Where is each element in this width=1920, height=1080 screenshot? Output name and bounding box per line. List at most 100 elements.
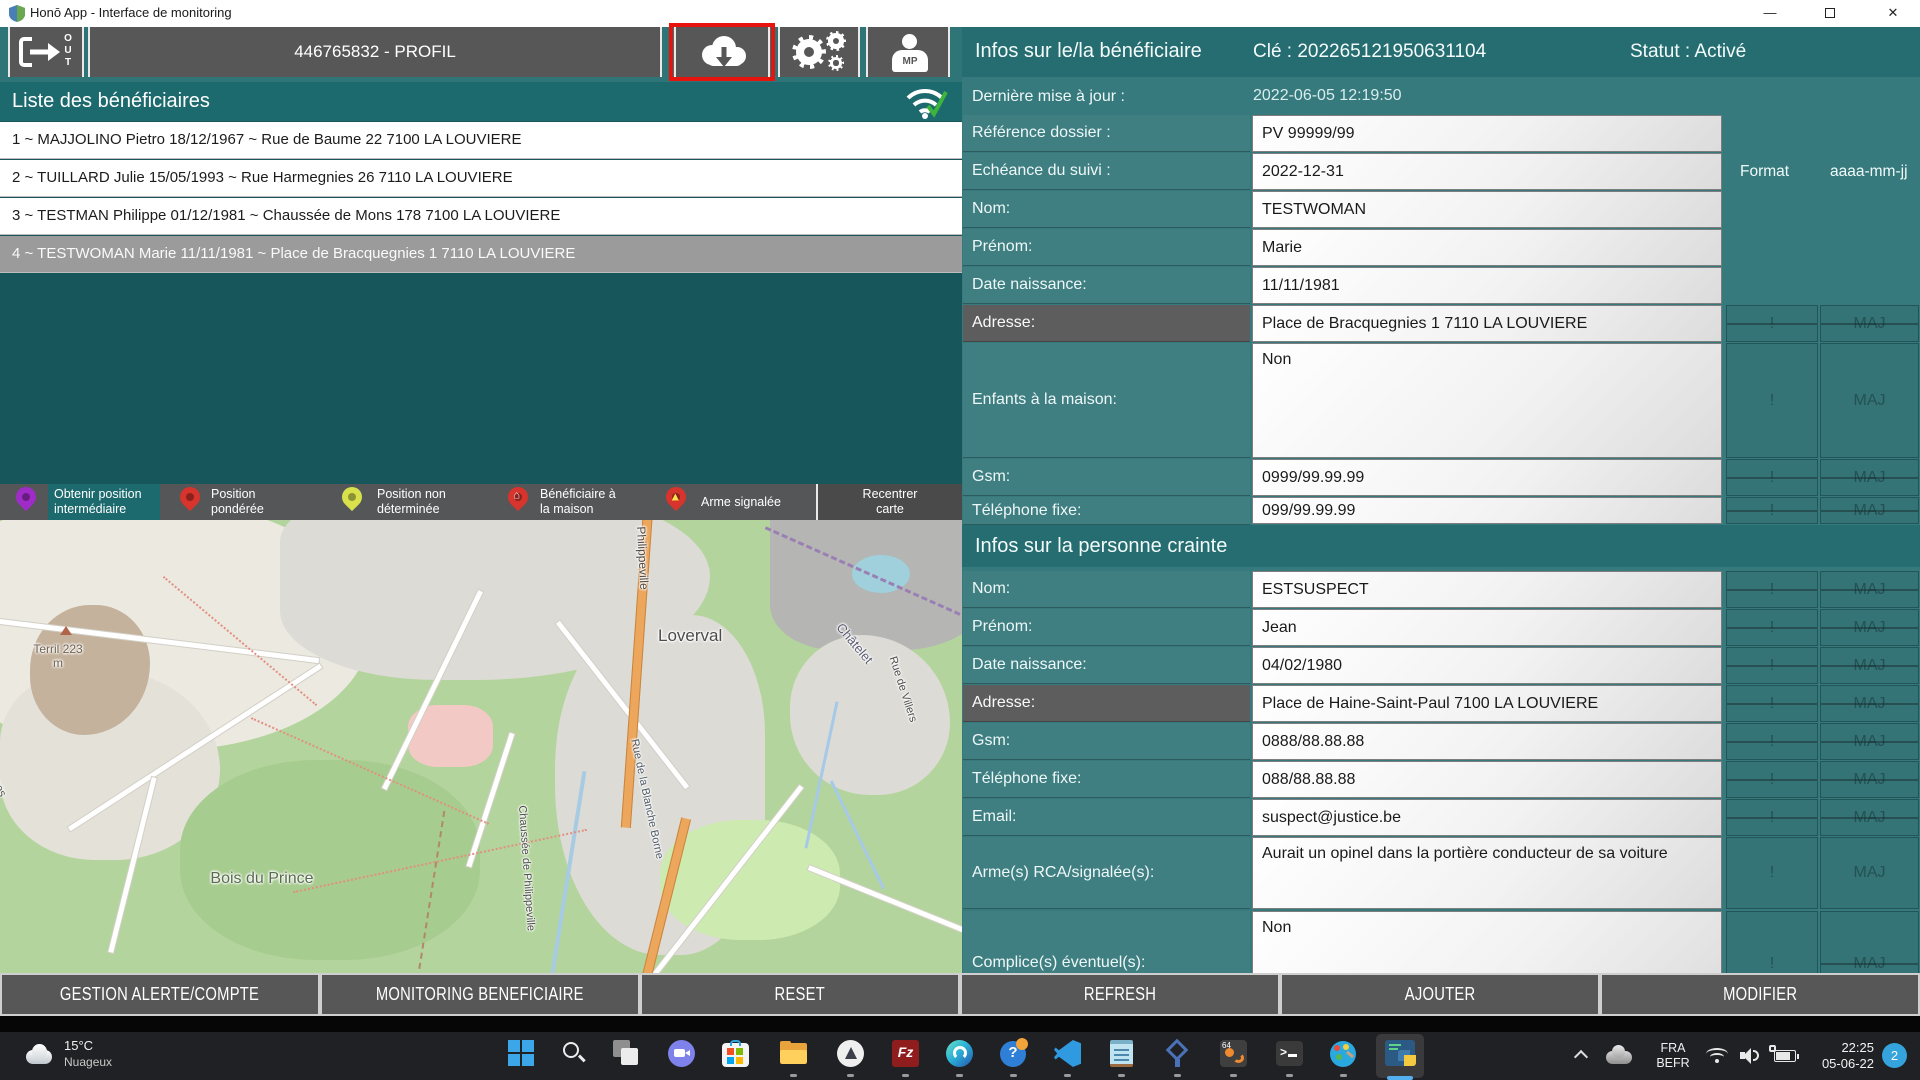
maj-button[interactable]: MAJ: [1820, 305, 1919, 342]
pin-intermediate-icon: [11, 482, 41, 512]
field-label: Nom:: [963, 571, 1250, 608]
close-button[interactable]: ✕: [1868, 0, 1918, 27]
clock[interactable]: 22:25 05-06-22: [1802, 1040, 1874, 1080]
weather-widget[interactable]: 15°C Nuageux: [0, 1032, 180, 1080]
children-input[interactable]: Non: [1252, 343, 1722, 458]
mp-user-button[interactable]: MP: [866, 27, 950, 77]
suspect-lastname-input[interactable]: ESTSUSPECT: [1252, 571, 1722, 608]
reset-button[interactable]: RESET: [640, 973, 960, 1016]
chat-button[interactable]: [668, 1040, 696, 1068]
maj-button[interactable]: MAJ: [1820, 647, 1919, 684]
maximize-button[interactable]: [1805, 0, 1855, 27]
wifi-tray-icon[interactable]: [1706, 1048, 1728, 1080]
maj-button[interactable]: MAJ: [1820, 497, 1919, 524]
alert-button[interactable]: !: [1726, 761, 1818, 798]
suspect-birthdate-input[interactable]: 04/02/1980: [1252, 647, 1722, 684]
alert-button[interactable]: !: [1726, 609, 1818, 646]
phone-input[interactable]: 099/99.99.99: [1252, 497, 1722, 524]
maj-button[interactable]: MAJ: [1820, 609, 1919, 646]
list-item[interactable]: 2 ~ TUILLARD Julie 15/05/1993 ~ Rue Harm…: [0, 160, 962, 197]
alert-button[interactable]: !: [1726, 799, 1818, 836]
logout-button[interactable]: OUT: [8, 27, 84, 77]
record-status: Statut : Activé: [1630, 41, 1747, 62]
list-item-selected[interactable]: 4 ~ TESTWOMAN Marie 11/11/1981 ~ Place d…: [0, 236, 962, 273]
firstname-input[interactable]: Marie: [1252, 229, 1722, 266]
list-item[interactable]: 3 ~ TESTMAN Philippe 01/12/1981 ~ Chauss…: [0, 198, 962, 235]
alert-button[interactable]: !: [1726, 571, 1818, 608]
maj-button[interactable]: MAJ: [1820, 343, 1919, 458]
python-app-button-active[interactable]: [1376, 1034, 1424, 1078]
help-app-button[interactable]: ?: [1000, 1038, 1028, 1068]
suspect-email-input[interactable]: suspect@justice.be: [1252, 799, 1722, 836]
maj-button[interactable]: MAJ: [1820, 459, 1919, 496]
maj-button[interactable]: MAJ: [1820, 571, 1919, 608]
alert-button[interactable]: !: [1726, 459, 1818, 496]
edge-button[interactable]: [946, 1040, 974, 1068]
store-button[interactable]: [722, 1040, 750, 1068]
feared-person-header: Infos sur la personne crainte: [962, 525, 1920, 567]
map[interactable]: Philippeville Loverval Châtelet Rue de V…: [0, 520, 962, 973]
affinity-app-button[interactable]: [837, 1040, 865, 1068]
search-button[interactable]: [561, 1040, 589, 1068]
lastname-input[interactable]: TESTWOMAN: [1252, 191, 1722, 228]
reference-input[interactable]: PV 99999/99: [1252, 115, 1722, 152]
language-indicator[interactable]: FRA BEFR: [1648, 1041, 1698, 1080]
modifier-button[interactable]: MODIFIER: [1600, 973, 1920, 1016]
maj-button[interactable]: MAJ: [1820, 799, 1919, 836]
suspect-firstname-input[interactable]: Jean: [1252, 609, 1722, 646]
maj-button[interactable]: MAJ: [1820, 761, 1919, 798]
field-label-highlighted: Adresse:: [963, 685, 1250, 722]
address-input[interactable]: Place de Bracquegnies 1 7110 LA LOUVIERE: [1252, 305, 1722, 342]
battery-icon[interactable]: [1769, 1045, 1799, 1080]
notepad-button[interactable]: [1108, 1040, 1136, 1068]
list-header: Liste des bénéficiaires: [0, 82, 962, 121]
terminal-button[interactable]: >: [1276, 1040, 1304, 1068]
file-explorer-button[interactable]: [780, 1040, 808, 1068]
maj-button[interactable]: MAJ: [1820, 837, 1919, 909]
paint-app-button[interactable]: [1330, 1040, 1358, 1068]
suspect-gsm-input[interactable]: 0888/88.88.88: [1252, 723, 1722, 760]
birthdate-input[interactable]: 11/11/1981: [1252, 267, 1722, 304]
alert-button[interactable]: !: [1726, 305, 1818, 342]
due-date-input[interactable]: 2022-12-31: [1252, 153, 1722, 190]
filezilla-button[interactable]: Fz: [892, 1040, 920, 1068]
search-icon: [563, 1042, 579, 1058]
suspect-phone-input[interactable]: 088/88.88.88: [1252, 761, 1722, 798]
refresh-button[interactable]: REFRESH: [960, 973, 1280, 1016]
alert-button[interactable]: !: [1726, 647, 1818, 684]
start-button[interactable]: [508, 1040, 536, 1068]
alert-button[interactable]: !: [1726, 685, 1818, 722]
volume-icon[interactable]: [1740, 1047, 1760, 1080]
recenter-map-button[interactable]: Recentrer carte: [816, 484, 962, 520]
alert-button[interactable]: !: [1726, 911, 1818, 973]
x64dbg-button[interactable]: 64: [1220, 1040, 1248, 1068]
ajouter-button[interactable]: AJOUTER: [1280, 973, 1600, 1016]
download-button[interactable]: [674, 27, 770, 77]
weapons-input[interactable]: Aurait un opinel dans la portière conduc…: [1252, 837, 1722, 909]
tray-expand-button[interactable]: [1570, 1032, 1596, 1080]
suspect-address-input[interactable]: Place de Haine-Saint-Paul 7100 LA LOUVIE…: [1252, 685, 1722, 722]
gsm-input[interactable]: 0999/99.99.99: [1252, 459, 1722, 496]
monitoring-beneficiaire-button[interactable]: MONITORING BENEFICIAIRE: [320, 973, 640, 1016]
settings-button[interactable]: [778, 27, 860, 77]
alert-button[interactable]: !: [1726, 343, 1818, 458]
app-icon: [9, 5, 25, 22]
minimize-button[interactable]: —: [1745, 0, 1795, 27]
alert-button[interactable]: !: [1726, 837, 1818, 909]
maj-button[interactable]: MAJ: [1820, 911, 1919, 973]
alert-button[interactable]: !: [1726, 723, 1818, 760]
vscode-button[interactable]: [1054, 1040, 1082, 1068]
legend-item-undetermined: Position non déterminée: [377, 487, 446, 516]
maj-button[interactable]: MAJ: [1820, 685, 1919, 722]
accomplices-input[interactable]: Non: [1252, 911, 1722, 973]
gestion-alerte-button[interactable]: GESTION ALERTE/COMPTE: [0, 973, 320, 1016]
maj-button[interactable]: MAJ: [1820, 723, 1919, 760]
alert-button[interactable]: !: [1726, 497, 1818, 524]
task-view-button[interactable]: [613, 1040, 641, 1068]
user-icon: MP: [892, 34, 928, 72]
virtualbox-button[interactable]: [1164, 1038, 1192, 1068]
notification-badge[interactable]: 2: [1882, 1043, 1907, 1068]
field-label: Prénom:: [963, 229, 1250, 266]
list-item[interactable]: 1 ~ MAJJOLINO Pietro 18/12/1967 ~ Rue de…: [0, 122, 962, 159]
pin-weighted-icon: [175, 482, 205, 512]
